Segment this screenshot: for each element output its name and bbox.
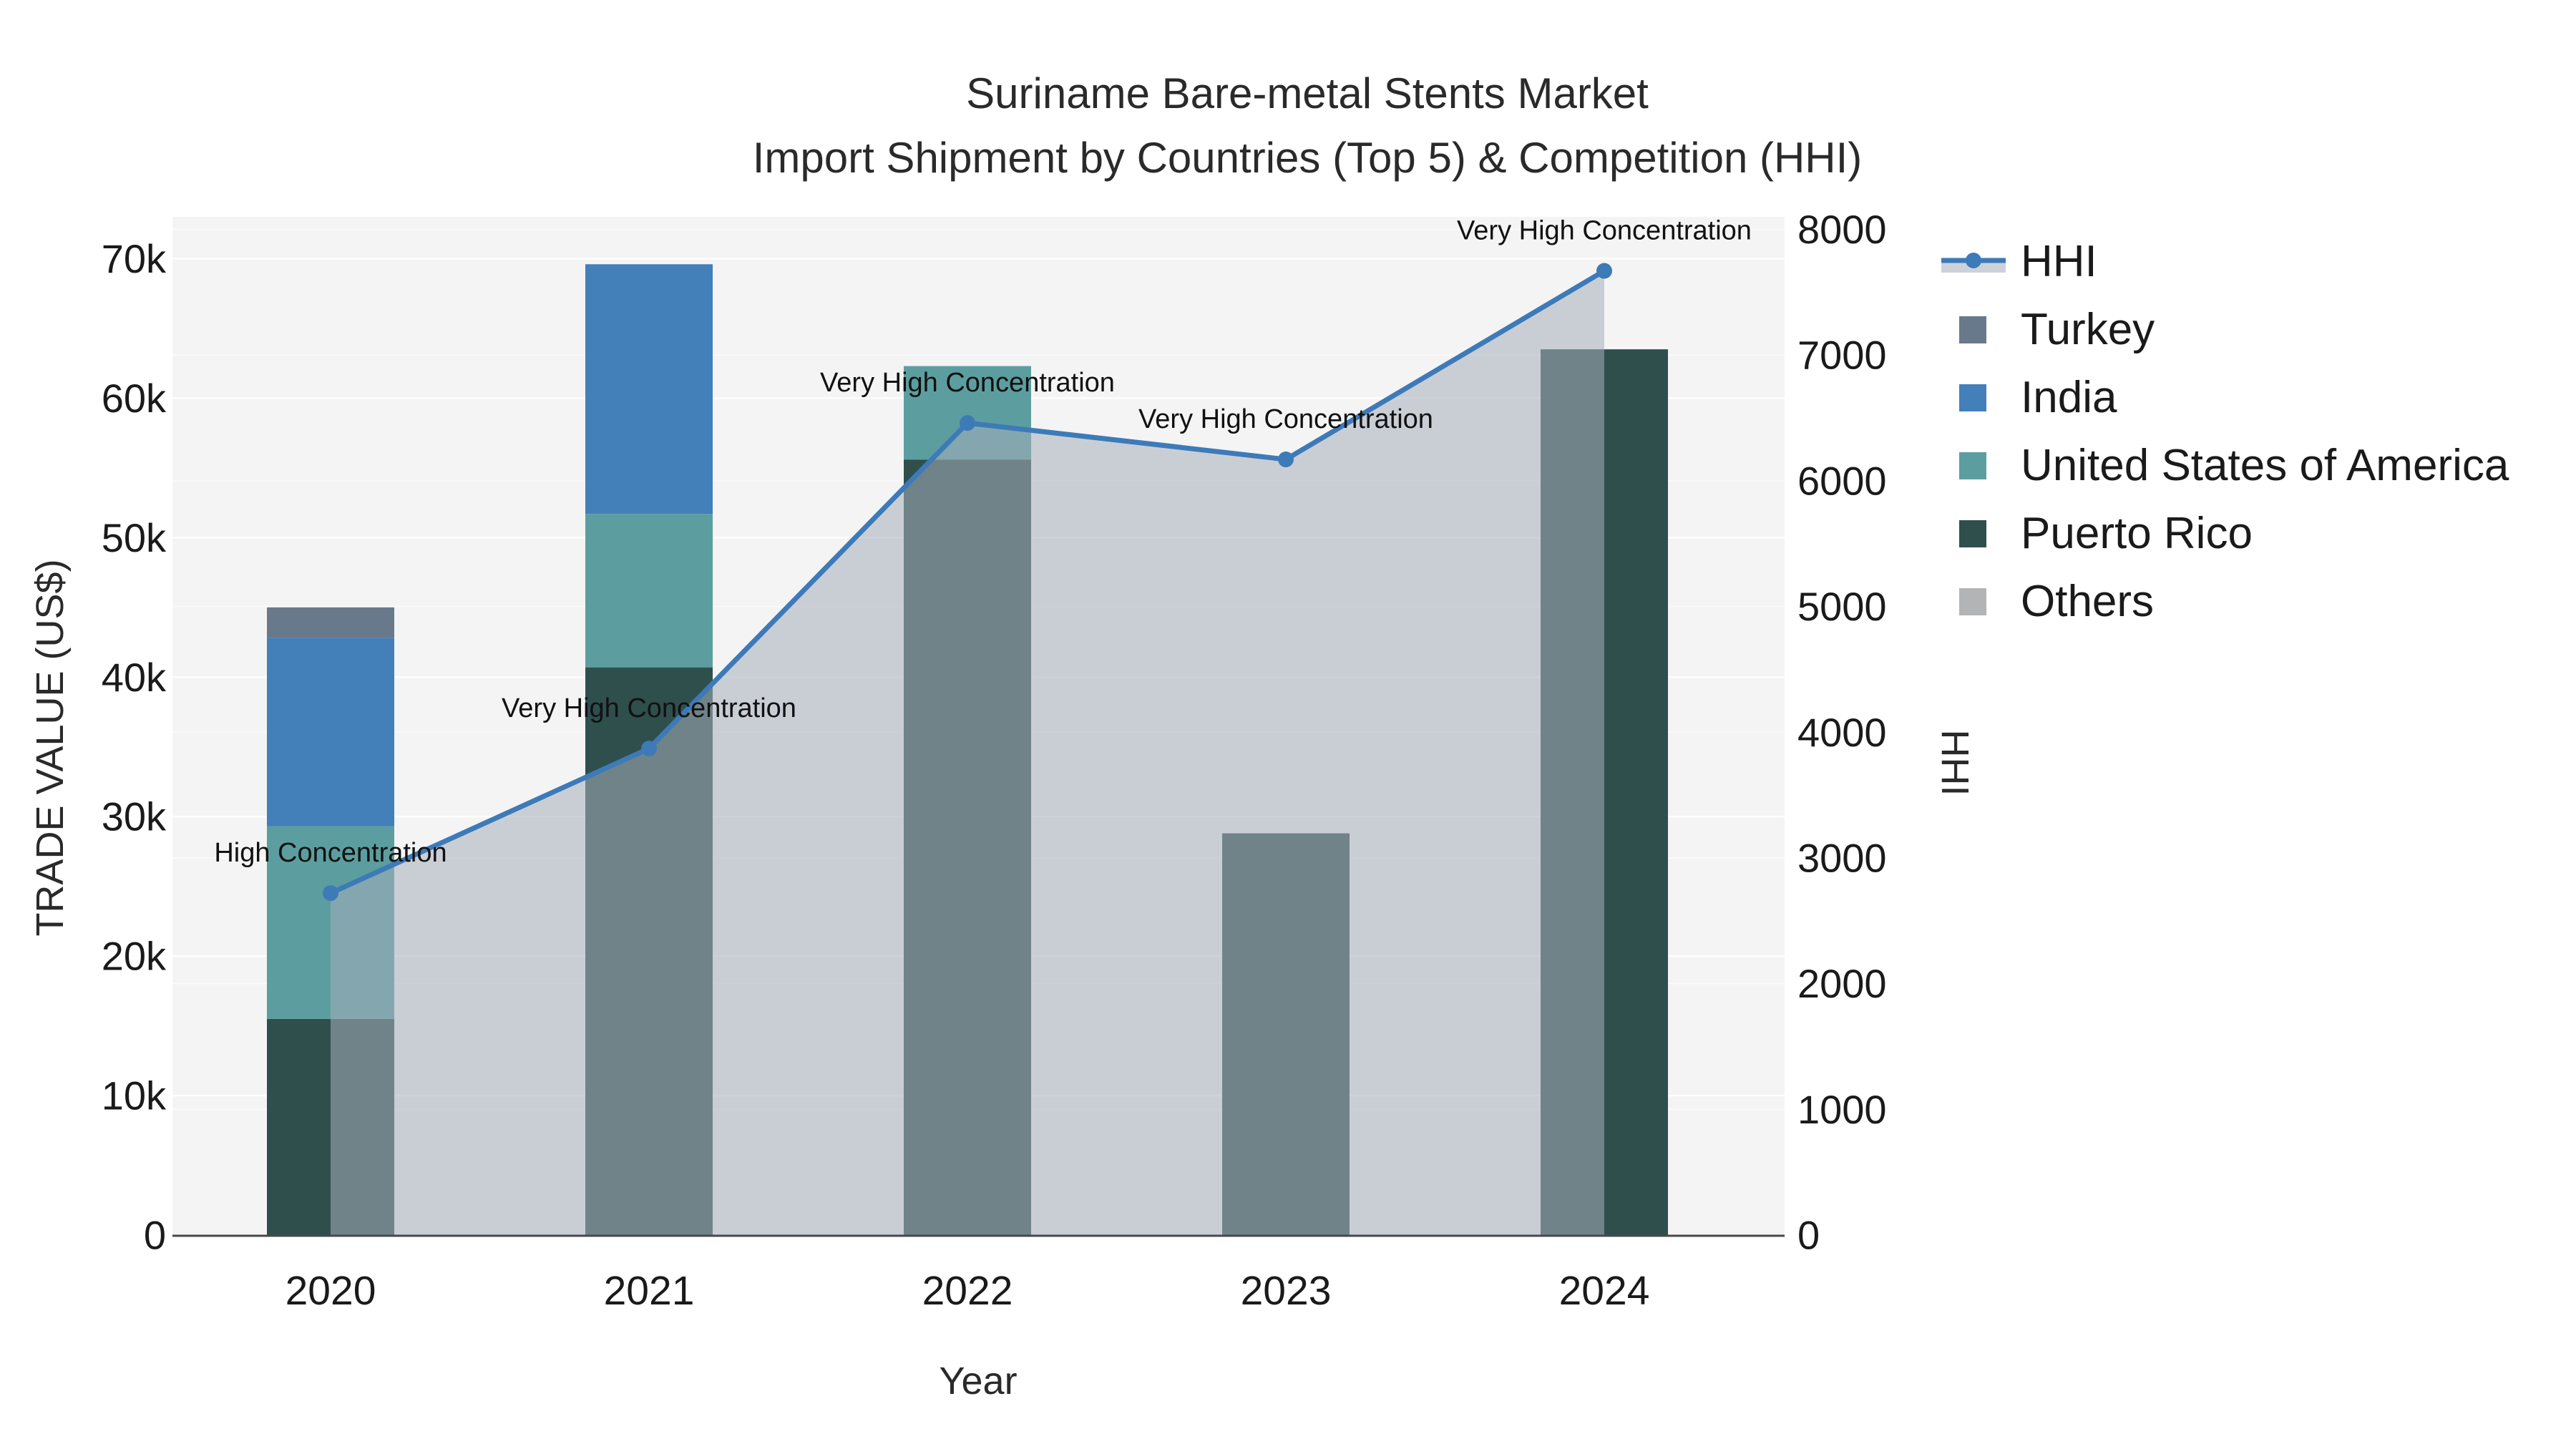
legend-item-puerto-rico[interactable]: Puerto Rico [1936, 499, 2509, 567]
y-right-axis-title: HHI [1933, 729, 1976, 796]
legend-square-icon [1936, 316, 2011, 343]
annotation-2020: High Concentration [214, 838, 447, 868]
y-left-tick-70k: 70k [102, 236, 167, 281]
y-right-tick-0: 0 [1797, 1213, 1820, 1258]
y-left-tick-10k: 10k [102, 1073, 167, 1118]
bar-segment-2021-united-states-of-america[interactable] [585, 514, 713, 668]
y-left-tick-30k: 30k [102, 794, 167, 839]
bar-segment-2020-india[interactable] [267, 638, 394, 826]
legend-item-hhi[interactable]: HHI [1936, 228, 2509, 296]
legend-square-icon [1936, 384, 2011, 411]
y-left-tick-60k: 60k [102, 376, 167, 421]
legend-label: Turkey [2021, 305, 2155, 354]
annotation-2023: Very High Concentration [1138, 404, 1433, 434]
legend-item-turkey[interactable]: Turkey [1936, 296, 2509, 364]
legend-label: India [2021, 373, 2117, 422]
x-tick-2021: 2021 [604, 1268, 695, 1314]
legend-square-icon [1936, 519, 2011, 547]
y-left-tick-40k: 40k [102, 655, 167, 700]
legend-label: Others [2021, 577, 2155, 626]
legend-label: HHI [2021, 237, 2097, 286]
y-right-tick-5000: 5000 [1797, 584, 1887, 629]
bar-segment-2020-turkey[interactable] [267, 607, 394, 638]
bar-segment-2021-india[interactable] [585, 264, 713, 514]
legend-label: United States of America [2021, 441, 2509, 490]
y-left-axis-title: TRADE VALUE (US$) [29, 559, 72, 937]
y-right-tick-8000: 8000 [1797, 207, 1887, 252]
figure: High Concentration Very High Concentratio… [0, 0, 2576, 1449]
hhi-marker-2022[interactable] [960, 415, 975, 431]
legend-item-others[interactable]: Others [1936, 567, 2509, 635]
y-left-tick-0: 0 [144, 1213, 166, 1258]
hhi-marker-2021[interactable] [641, 741, 657, 757]
x-tick-2020: 2020 [286, 1268, 376, 1314]
legend-label: Puerto Rico [2021, 509, 2253, 558]
y-right-tick-4000: 4000 [1797, 710, 1887, 755]
annotation-2024: Very High Concentration [1457, 216, 1752, 246]
x-tick-2022: 2022 [922, 1268, 1013, 1314]
y-right-tick-1000: 1000 [1797, 1087, 1887, 1132]
chart-title-line2: Import Shipment by Countries (Top 5) & C… [752, 134, 1863, 182]
hhi-marker-2020[interactable] [323, 885, 338, 902]
annotation-2022: Very High Concentration [820, 368, 1115, 398]
chart-title-line1: Suriname Bare-metal Stents Market [966, 69, 1649, 117]
chart-canvas: High Concentration Very High Concentratio… [102, 207, 1887, 1314]
x-axis-title: Year [939, 1360, 1018, 1402]
hhi-marker-2024[interactable] [1596, 263, 1612, 279]
y-left-tick-20k: 20k [102, 934, 167, 979]
legend-item-united-states-of-america[interactable]: United States of America [1936, 431, 2509, 499]
y-right-tick-7000: 7000 [1797, 333, 1887, 378]
legend: HHI Turkey India United States of America Pu… [1936, 228, 2509, 635]
y-right-tick-2000: 2000 [1797, 961, 1887, 1006]
hhi-line-swatch-icon [1936, 246, 2011, 278]
hhi-marker-2023[interactable] [1278, 452, 1294, 468]
legend-square-icon [1936, 452, 2011, 479]
x-tick-2024: 2024 [1559, 1268, 1650, 1314]
y-right-tick-6000: 6000 [1797, 458, 1887, 503]
y-left-tick-50k: 50k [102, 515, 167, 560]
annotation-2021: Very High Concentration [502, 693, 796, 723]
legend-item-india[interactable]: India [1936, 364, 2509, 431]
y-right-tick-3000: 3000 [1797, 835, 1887, 880]
legend-square-icon [1936, 587, 2011, 615]
x-tick-2023: 2023 [1241, 1268, 1332, 1314]
